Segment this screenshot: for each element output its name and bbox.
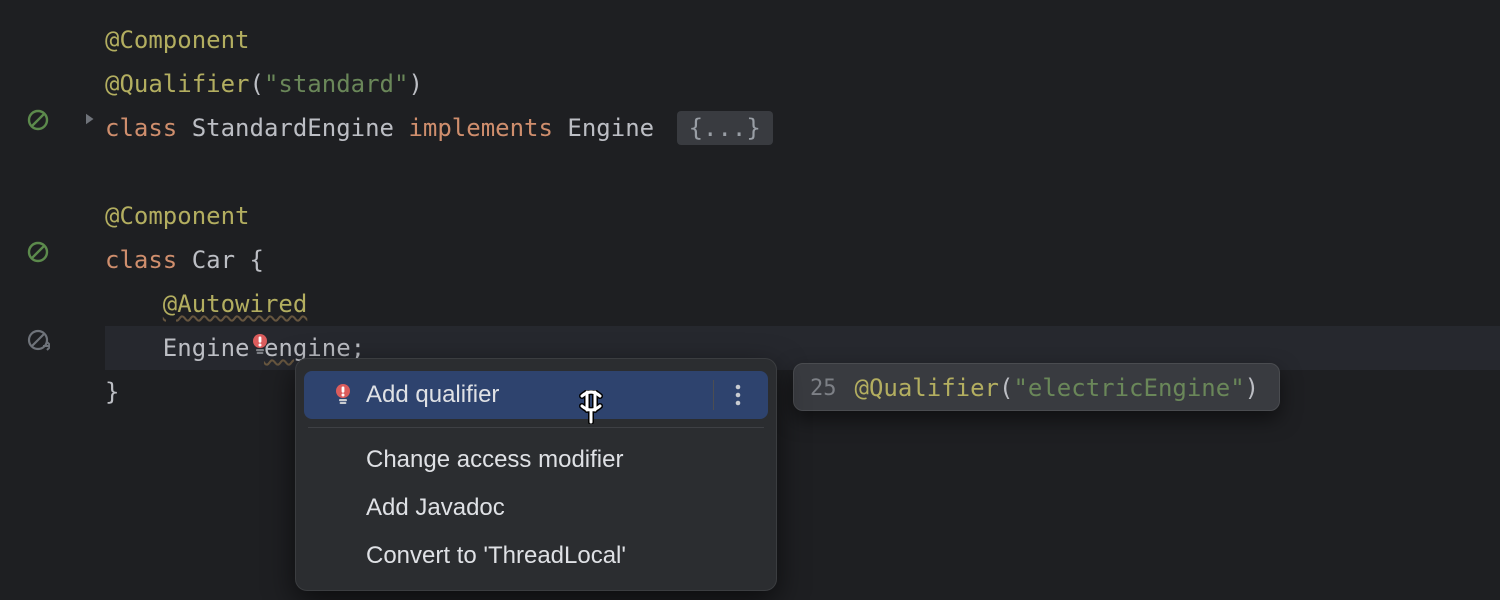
punct-token: } bbox=[105, 378, 119, 406]
nav-arrow-icon[interactable] bbox=[24, 326, 52, 354]
punct-token: ( bbox=[250, 70, 264, 98]
fold-toggle-icon[interactable] bbox=[78, 108, 100, 130]
intention-item-add-javadoc[interactable]: Add Javadoc bbox=[304, 484, 768, 532]
intention-item-label: Add qualifier bbox=[366, 381, 707, 409]
punct-token: ) bbox=[1245, 374, 1259, 402]
intention-item-label: Change access modifier bbox=[366, 446, 750, 474]
intention-item-label: Add Javadoc bbox=[366, 494, 750, 522]
separator bbox=[308, 427, 764, 428]
code-line[interactable]: @Autowired bbox=[105, 282, 1500, 326]
intention-item-change-access[interactable]: Change access modifier bbox=[304, 436, 768, 484]
more-options-icon[interactable] bbox=[726, 383, 750, 407]
intention-item-add-qualifier[interactable]: Add qualifier bbox=[304, 371, 768, 419]
code-line[interactable]: @Component bbox=[105, 194, 1500, 238]
type-token: Car bbox=[192, 246, 250, 274]
no-entry-icon[interactable] bbox=[24, 106, 52, 134]
no-entry-icon[interactable] bbox=[24, 238, 52, 266]
annotation-token: @Qualifier bbox=[855, 374, 1000, 402]
annotation-token: @Component bbox=[105, 202, 250, 230]
intention-item-label: Convert to 'ThreadLocal' bbox=[366, 542, 750, 570]
string-token: "electricEngine" bbox=[1013, 374, 1244, 402]
code-line[interactable]: @Qualifier("standard") bbox=[105, 62, 1500, 106]
code-line[interactable]: class Car { bbox=[105, 238, 1500, 282]
error-bulb-icon bbox=[332, 383, 366, 407]
annotation-token: @Component bbox=[105, 26, 250, 54]
string-token: "standard" bbox=[264, 70, 409, 98]
code-line[interactable]: @Component bbox=[105, 18, 1500, 62]
keyword-token: implements bbox=[408, 114, 567, 142]
separator bbox=[713, 380, 714, 410]
intention-popup[interactable]: Add qualifier Change access modifier Add… bbox=[295, 358, 777, 591]
keyword-token: class bbox=[105, 114, 192, 142]
punct-token: { bbox=[250, 246, 264, 274]
punct-token: ) bbox=[408, 70, 422, 98]
preview-line-number: 25 bbox=[810, 376, 837, 401]
code-line[interactable]: class StandardEngine implements Engine {… bbox=[105, 106, 1500, 150]
type-token: StandardEngine bbox=[192, 114, 409, 142]
type-token: Engine bbox=[567, 114, 668, 142]
intention-item-convert-threadlocal[interactable]: Convert to 'ThreadLocal' bbox=[304, 532, 768, 580]
fix-preview-tooltip: 25 @Qualifier("electricEngine") bbox=[793, 363, 1280, 411]
keyword-token: class bbox=[105, 246, 192, 274]
punct-token: ( bbox=[999, 374, 1013, 402]
code-line-blank[interactable] bbox=[105, 150, 1500, 194]
gutter bbox=[0, 0, 105, 600]
code-fold-placeholder[interactable]: {...} bbox=[677, 111, 773, 145]
annotation-token: @Qualifier bbox=[105, 70, 250, 98]
